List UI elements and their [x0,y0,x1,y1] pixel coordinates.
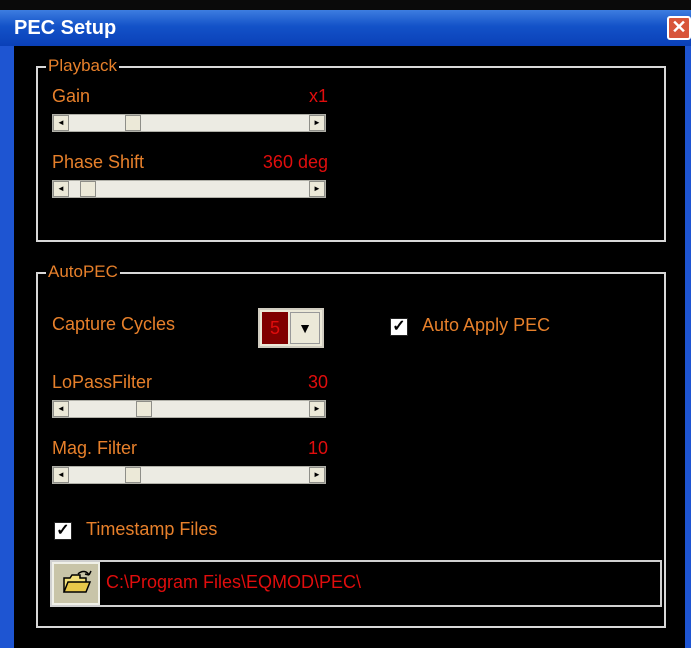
browse-folder-button[interactable] [52,562,100,605]
timestamp-files-label: Timestamp Files [86,519,218,539]
close-icon: ✕ [671,17,687,37]
scroll-left-arrow-icon[interactable]: ◄ [53,467,69,483]
mag-filter-value: 10 [307,438,328,458]
scroll-right-arrow-icon[interactable]: ► [309,181,325,197]
checkmark-icon: ✓ [392,318,406,335]
playback-group: Playback Gain x1 ◄ ► Phase Shift 360 deg… [36,56,666,242]
phase-shift-slider-thumb[interactable] [80,181,96,197]
pec-folder-path: C:\Program Files\EQMOD\PEC\ [106,572,362,592]
window-frame-right [685,46,691,648]
mag-filter-label: Mag. Filter [52,438,138,458]
scroll-left-arrow-icon[interactable]: ◄ [53,115,69,131]
window-frame-left [0,46,14,648]
scroll-left-arrow-icon[interactable]: ◄ [53,181,69,197]
playback-legend: Playback [46,56,119,76]
gain-value: x1 [308,86,328,106]
mag-filter-slider-thumb[interactable] [125,467,141,483]
autopec-legend: AutoPEC [46,262,120,282]
scroll-left-arrow-icon[interactable]: ◄ [53,401,69,417]
capture-cycles-label: Capture Cycles [52,314,176,334]
window-title: PEC Setup [14,17,117,39]
lopass-filter-value: 30 [307,372,328,392]
title-bar: PEC Setup ✕ [0,10,691,46]
pec-folder-path-field[interactable]: C:\Program Files\EQMOD\PEC\ [50,560,662,607]
auto-apply-checkbox[interactable]: ✓ [390,318,408,336]
phase-shift-value: 360 deg [262,152,328,172]
window-content: Playback Gain x1 ◄ ► Phase Shift 360 deg… [14,46,685,648]
gain-label: Gain [52,86,91,106]
lopass-filter-label: LoPassFilter [52,372,153,392]
auto-apply-label: Auto Apply PEC [422,315,551,335]
timestamp-files-checkbox[interactable]: ✓ [54,522,72,540]
chevron-down-icon[interactable]: ▼ [290,312,320,344]
gain-slider[interactable]: ◄ ► [52,114,326,132]
lopass-filter-slider[interactable]: ◄ ► [52,400,326,418]
scroll-right-arrow-icon[interactable]: ► [309,401,325,417]
phase-shift-slider[interactable]: ◄ ► [52,180,326,198]
autopec-group: AutoPEC Capture Cycles 5 ▼ ✓ Auto Apply … [36,262,666,628]
gain-slider-thumb[interactable] [125,115,141,131]
mag-filter-slider[interactable]: ◄ ► [52,466,326,484]
pec-setup-window: PEC Setup ✕ Playback Gain x1 ◄ ► Phase S… [0,0,691,648]
checkmark-icon: ✓ [56,522,70,539]
capture-cycles-value: 5 [262,312,288,344]
phase-shift-label: Phase Shift [52,152,145,172]
capture-cycles-select[interactable]: 5 ▼ [258,308,324,348]
scroll-right-arrow-icon[interactable]: ► [309,115,325,131]
folder-open-icon [62,570,92,593]
scroll-right-arrow-icon[interactable]: ► [309,467,325,483]
close-button[interactable]: ✕ [667,16,691,40]
lopass-filter-slider-thumb[interactable] [136,401,152,417]
